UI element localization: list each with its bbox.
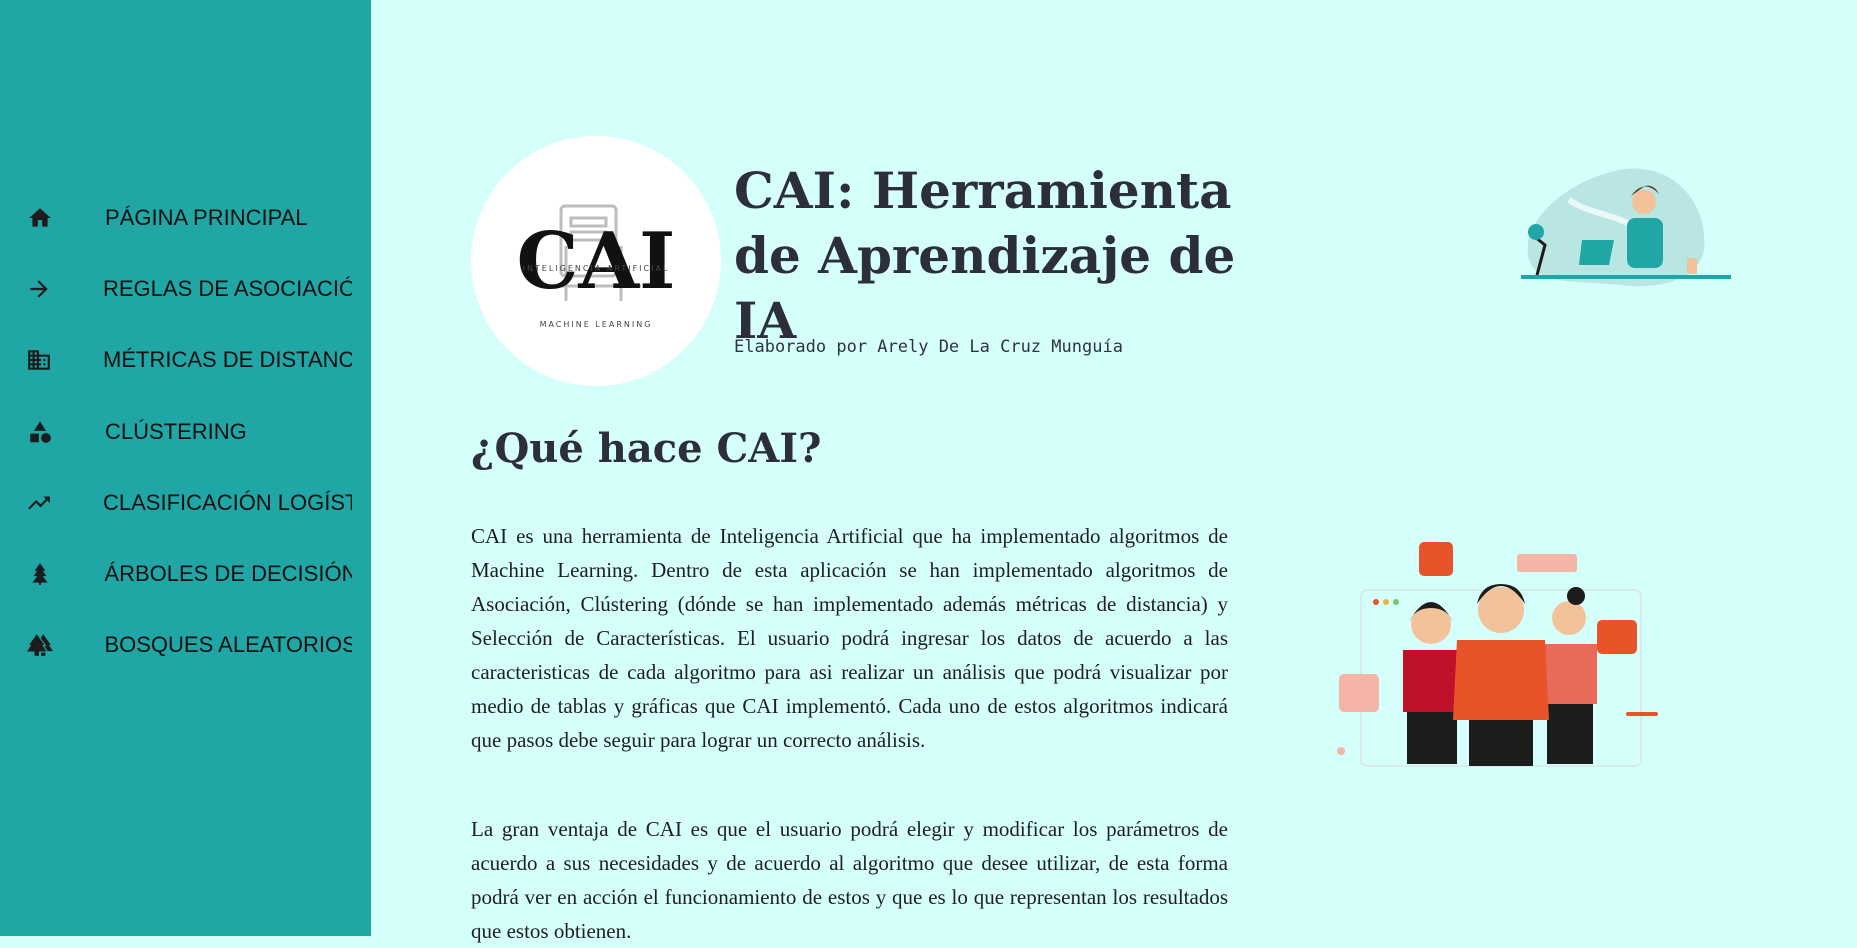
- sidebar-item-label: BOSQUES ALEATORIOS: [104, 632, 352, 658]
- sidebar-item-label: ÁRBOLES DE DECISIÓN: [104, 561, 352, 587]
- main-content: CAI INTELIGENCIA ARTIFICIAL MACHINE LEAR…: [371, 0, 1857, 943]
- sidebar-item-clasificacion-logistica[interactable]: CLASIFICACIÓN LOGÍSTICA: [0, 467, 352, 538]
- person-at-laptop-illustration: [1509, 160, 1749, 310]
- sidebar-item-label: MÉTRICAS DE DISTANCIA: [103, 347, 352, 373]
- building-icon: [26, 346, 52, 374]
- sidebar: PÁGINA PRINCIPAL REGLAS DE ASOCIACIÓN MÉ…: [0, 0, 371, 936]
- svg-text:INTELIGENCIA ARTIFICIAL: INTELIGENCIA ARTIFICIAL: [523, 264, 670, 273]
- sidebar-item-label: PÁGINA PRINCIPAL: [105, 204, 308, 230]
- sidebar-item-label: CLASIFICACIÓN LOGÍSTICA: [103, 489, 352, 515]
- home-icon: [26, 204, 54, 232]
- cai-logo: CAI INTELIGENCIA ARTIFICIAL MACHINE LEAR…: [471, 136, 721, 386]
- sidebar-item-reglas-de-asociacion[interactable]: REGLAS DE ASOCIACIÓN: [0, 253, 352, 324]
- sidebar-item-metricas-de-distancia[interactable]: MÉTRICAS DE DISTANCIA: [0, 325, 352, 396]
- description-paragraph-1: CAI es una herramienta de Inteligencia A…: [471, 524, 1228, 752]
- sidebar-nav: PÁGINA PRINCIPAL REGLAS DE ASOCIACIÓN MÉ…: [0, 182, 352, 681]
- section-title: ¿Qué hace CAI?: [471, 425, 822, 472]
- trending-up-icon: [26, 489, 52, 517]
- svg-text:MACHINE LEARNING: MACHINE LEARNING: [540, 320, 653, 329]
- sidebar-item-bosques-aleatorios[interactable]: BOSQUES ALEATORIOS: [0, 610, 352, 681]
- arrow-right-icon: [26, 275, 52, 303]
- sidebar-item-arboles-de-decision[interactable]: ÁRBOLES DE DECISIÓN: [0, 538, 352, 609]
- tree-icon: [26, 560, 53, 588]
- shapes-icon: [26, 418, 54, 446]
- svg-text:CAI: CAI: [516, 216, 675, 307]
- sidebar-item-pagina-principal[interactable]: PÁGINA PRINCIPAL: [0, 182, 352, 253]
- author-byline: Elaborado por Arely De La Cruz Munguía: [734, 337, 1123, 357]
- forest-icon: [26, 631, 53, 659]
- team-illustration: [1331, 532, 1691, 774]
- sidebar-item-label: CLÚSTERING: [105, 418, 247, 444]
- sidebar-item-label: REGLAS DE ASOCIACIÓN: [103, 275, 352, 301]
- sidebar-item-clustering[interactable]: CLÚSTERING: [0, 396, 352, 467]
- page-title: CAI: Herramienta de Aprendizaje de IA: [734, 161, 1236, 350]
- description-paragraph-2: La gran ventaja de CAI es que el usuario…: [471, 817, 1228, 943]
